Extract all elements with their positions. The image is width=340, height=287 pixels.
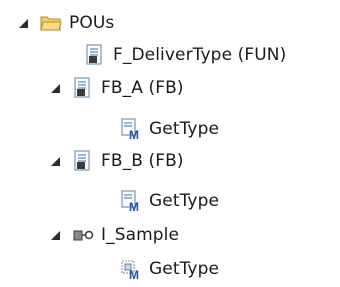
tree-node-label: FB_B (FB)	[101, 150, 184, 171]
svg-text:M: M	[129, 200, 139, 212]
interface-icon	[72, 224, 94, 246]
folder-open-icon	[40, 12, 62, 34]
function-pou-icon	[84, 44, 106, 66]
collapse-caret-icon	[50, 156, 60, 166]
tree-node-label: GetType	[149, 118, 220, 139]
collapse-caret-icon	[50, 230, 60, 240]
function-block-pou-icon	[72, 77, 94, 99]
tree-node-label: GetType	[149, 258, 220, 279]
expand-toggle[interactable]	[48, 228, 62, 242]
function-block-pou-icon	[72, 150, 94, 172]
tree-node-fb-a[interactable]: FB_A (FB)	[48, 70, 184, 106]
pou-tree: POUs F_DeliverType (FUN) FB_A (FB) M Get…	[0, 0, 340, 285]
tree-node-pous[interactable]: POUs	[16, 5, 114, 41]
tree-node-label: I_Sample	[101, 224, 180, 245]
tree-node-label: GetType	[149, 190, 220, 211]
tree-node-i-sample[interactable]: I_Sample	[48, 217, 179, 253]
svg-text:M: M	[129, 268, 139, 280]
tree-node-label: F_DeliverType (FUN)	[113, 44, 287, 65]
tree-node-f-delivertype[interactable]: F_DeliverType (FUN)	[60, 37, 286, 73]
tree-node-i-sample-gettype[interactable]: M GetType	[96, 251, 219, 287]
method-icon: M	[120, 118, 142, 140]
tree-node-label: FB_A (FB)	[101, 77, 184, 98]
tree-node-fb-b-gettype[interactable]: M GetType	[96, 183, 219, 219]
collapse-caret-icon	[50, 83, 60, 93]
interface-method-icon: M	[120, 258, 142, 280]
svg-text:M: M	[129, 128, 139, 140]
collapse-caret-icon	[18, 18, 28, 28]
expand-toggle[interactable]	[16, 16, 30, 30]
tree-node-fb-a-gettype[interactable]: M GetType	[96, 111, 219, 147]
tree-node-label: POUs	[69, 12, 115, 33]
expand-toggle[interactable]	[48, 154, 62, 168]
method-icon: M	[120, 190, 142, 212]
expand-toggle[interactable]	[48, 81, 62, 95]
tree-node-fb-b[interactable]: FB_B (FB)	[48, 143, 184, 179]
